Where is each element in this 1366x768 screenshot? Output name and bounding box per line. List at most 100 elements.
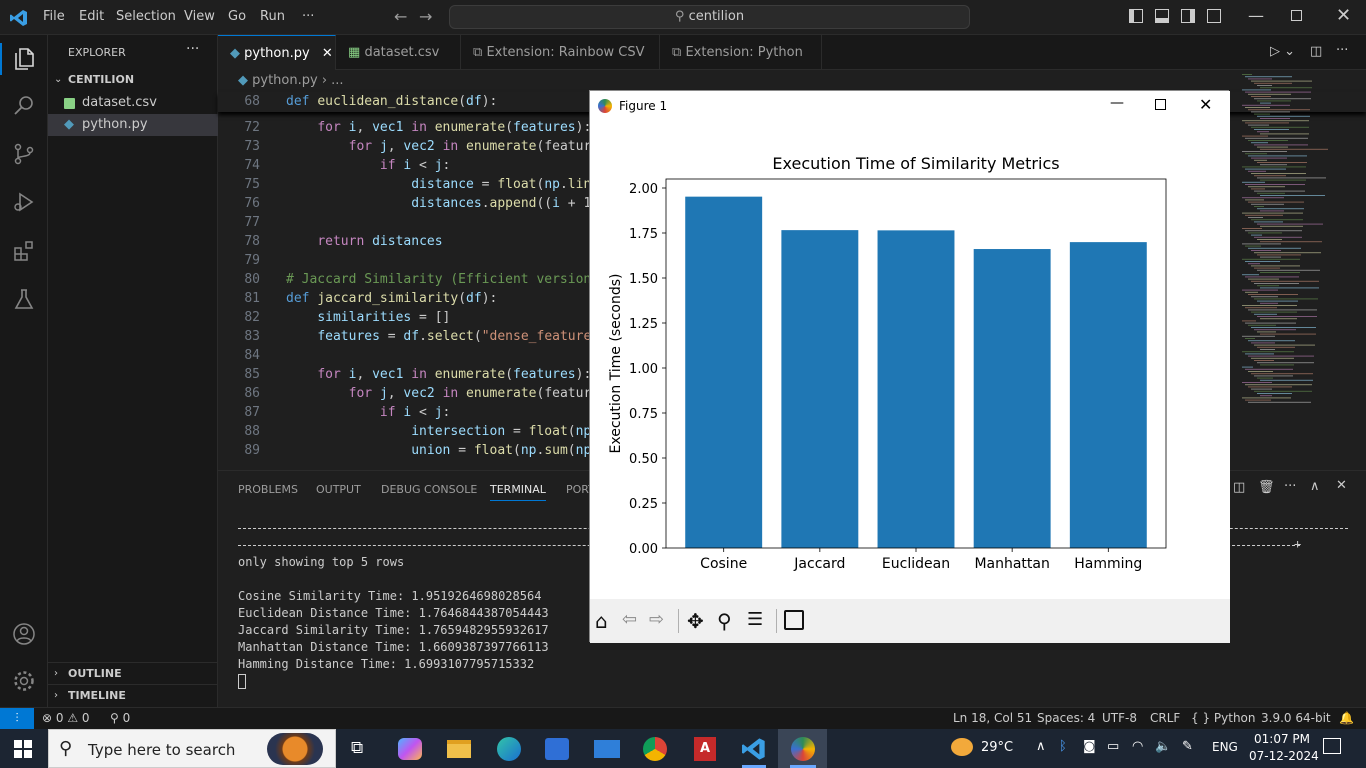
bluetooth-icon[interactable]: ᛒ (1059, 739, 1067, 754)
panel-tab-debug-console[interactable]: DEBUG CONSOLE (381, 483, 477, 496)
forward-icon[interactable]: ⇨ (649, 609, 673, 633)
minimize-icon[interactable]: — (1248, 6, 1264, 25)
wifi-icon[interactable]: ◠ (1132, 739, 1143, 754)
restore-icon[interactable] (1291, 10, 1302, 21)
back-icon[interactable]: ⇦ (622, 609, 646, 633)
testing-icon[interactable] (12, 287, 36, 311)
edge-browser-icon[interactable] (497, 737, 521, 761)
explorer-icon[interactable] (12, 47, 36, 71)
outline-section[interactable]: › OUTLINE (48, 662, 218, 684)
pan-icon[interactable]: ✥ (687, 609, 711, 633)
menu-edit[interactable]: Edit (79, 9, 104, 24)
remote-icon[interactable]: ⫶ (0, 708, 34, 730)
language-mode[interactable]: { } Python (1191, 711, 1256, 725)
input-language[interactable]: ENG (1212, 740, 1238, 754)
home-icon[interactable]: ⌂ (595, 609, 619, 633)
explorer-more-button[interactable]: ··· (186, 41, 199, 57)
editor-more-button[interactable]: ··· (1336, 43, 1348, 58)
tab-python-py[interactable]: ◆ python.py ✕ (218, 35, 336, 70)
tab-dataset-csv[interactable]: ▦ dataset.csv (336, 35, 461, 70)
camera-icon[interactable]: ◙ (1083, 739, 1096, 754)
extensions-icon[interactable] (12, 239, 36, 263)
end-of-line[interactable]: CRLF (1150, 711, 1180, 725)
split-terminal-icon[interactable]: ◫ (1233, 480, 1245, 495)
close-icon[interactable]: ✕ (1336, 5, 1351, 26)
folder-centilion[interactable]: ⌄ CENTILION (48, 69, 218, 91)
toggle-sidebar-icon[interactable] (1129, 9, 1143, 23)
customize-layout-icon[interactable] (1207, 9, 1221, 23)
toggle-secondary-sidebar-icon[interactable] (1181, 9, 1195, 23)
file-explorer-icon[interactable] (447, 740, 471, 758)
mail-icon[interactable] (594, 740, 620, 758)
panel-tab-terminal[interactable]: TERMINAL (490, 483, 546, 501)
battery-icon[interactable]: ▭ (1107, 739, 1119, 754)
split-editor-icon[interactable]: ◫ (1310, 44, 1322, 59)
toggle-panel-icon[interactable] (1155, 9, 1169, 23)
volume-icon[interactable]: 🔈 (1155, 739, 1171, 754)
back-arrow-icon[interactable]: ← (394, 7, 407, 26)
maximize-panel-icon[interactable]: ∧ (1310, 479, 1320, 494)
matplotlib-figure-window: Figure 1 — ✕ Execution Time of Similarit… (589, 90, 1230, 643)
weather-icon[interactable] (951, 738, 973, 756)
file-item-python-py[interactable]: ◆ python.py (48, 114, 218, 136)
configure-subplots-icon[interactable]: ☰ (747, 609, 771, 633)
problems-count[interactable]: ⊗ 0 ⚠ 0 (42, 711, 90, 725)
clock-date[interactable]: 07-12-2024 (1249, 749, 1319, 763)
pen-icon[interactable]: ✎ (1182, 739, 1193, 754)
forward-arrow-icon[interactable]: → (419, 7, 432, 26)
menu-view[interactable]: View (184, 9, 215, 24)
figure-maximize-icon[interactable] (1155, 99, 1166, 110)
menu-selection[interactable]: Selection (116, 9, 176, 24)
command-center[interactable]: ⚲ centilion (449, 5, 970, 29)
panel-tab-problems[interactable]: PROBLEMS (238, 483, 298, 496)
show-hidden-icons-icon[interactable]: ∧ (1036, 739, 1046, 754)
close-tab-icon[interactable]: ✕ (322, 46, 333, 61)
file-item-dataset-csv[interactable]: dataset.csv (48, 92, 218, 114)
weather-temp[interactable]: 29°C (981, 740, 1013, 755)
run-python-icon[interactable]: ▷ ⌄ (1270, 44, 1295, 59)
clock-time[interactable]: 01:07 PM (1254, 732, 1310, 746)
accounts-icon[interactable] (12, 622, 36, 646)
save-figure-icon[interactable] (784, 610, 804, 630)
minimap-line (1242, 305, 1297, 306)
ports-count[interactable]: ⚲ 0 (110, 711, 130, 725)
tab-extension-rainbow-csv[interactable]: ⧉ Extension: Rainbow CSV (461, 35, 660, 70)
minimap[interactable] (1240, 70, 1360, 470)
chrome-icon[interactable] (643, 737, 667, 761)
source-control-icon[interactable] (12, 142, 36, 166)
zoom-icon[interactable]: ⚲ (717, 609, 741, 633)
notification-center-icon[interactable] (1323, 738, 1341, 754)
timeline-section[interactable]: › TIMELINE (48, 684, 218, 706)
close-panel-icon[interactable]: ✕ (1336, 478, 1347, 493)
encoding[interactable]: UTF-8 (1102, 711, 1137, 725)
figure-minimize-icon[interactable]: — (1110, 95, 1124, 111)
menu-run[interactable]: Run (260, 9, 285, 24)
menu-go[interactable]: Go (228, 9, 246, 24)
terminal-output[interactable]: only showing top 5 rows Cosine Similarit… (238, 554, 549, 673)
cursor-position[interactable]: Ln 18, Col 51 (953, 711, 1032, 725)
taskbar-search-box[interactable]: ⚲ Type here to search (48, 729, 336, 768)
vscode-taskbar-icon[interactable] (742, 737, 766, 761)
run-debug-icon[interactable] (12, 190, 36, 214)
panel-tab-output[interactable]: OUTPUT (316, 483, 361, 496)
panel-more-button[interactable]: ··· (1284, 479, 1296, 494)
python-figure-taskbar-item[interactable] (778, 729, 827, 768)
python-interpreter[interactable]: 3.9.0 64-bit (1261, 711, 1331, 725)
menu-more[interactable]: ··· (302, 9, 314, 24)
figure-close-icon[interactable]: ✕ (1199, 95, 1212, 114)
task-view-icon[interactable]: ⧉ (351, 738, 363, 758)
indentation[interactable]: Spaces: 4 (1037, 711, 1095, 725)
tab-extension-python[interactable]: ⧉ Extension: Python (660, 35, 822, 70)
search-view-icon[interactable] (12, 94, 36, 118)
settings-gear-icon[interactable] (12, 669, 36, 693)
microsoft-store-icon[interactable] (545, 738, 569, 760)
notifications-bell-icon[interactable]: 🔔 (1339, 711, 1354, 725)
menu-file[interactable]: File (43, 9, 65, 24)
line-number: 73 (244, 139, 260, 154)
windows-start-icon[interactable] (14, 740, 32, 758)
trash-icon[interactable]: 🗑 (1258, 480, 1275, 495)
acrobat-icon[interactable]: A (694, 737, 716, 761)
figure-title-bar[interactable]: Figure 1 — ✕ (590, 91, 1230, 121)
figure-canvas[interactable]: Execution Time of Similarity Metrics Cosi… (590, 121, 1230, 599)
copilot-icon[interactable] (398, 738, 422, 760)
